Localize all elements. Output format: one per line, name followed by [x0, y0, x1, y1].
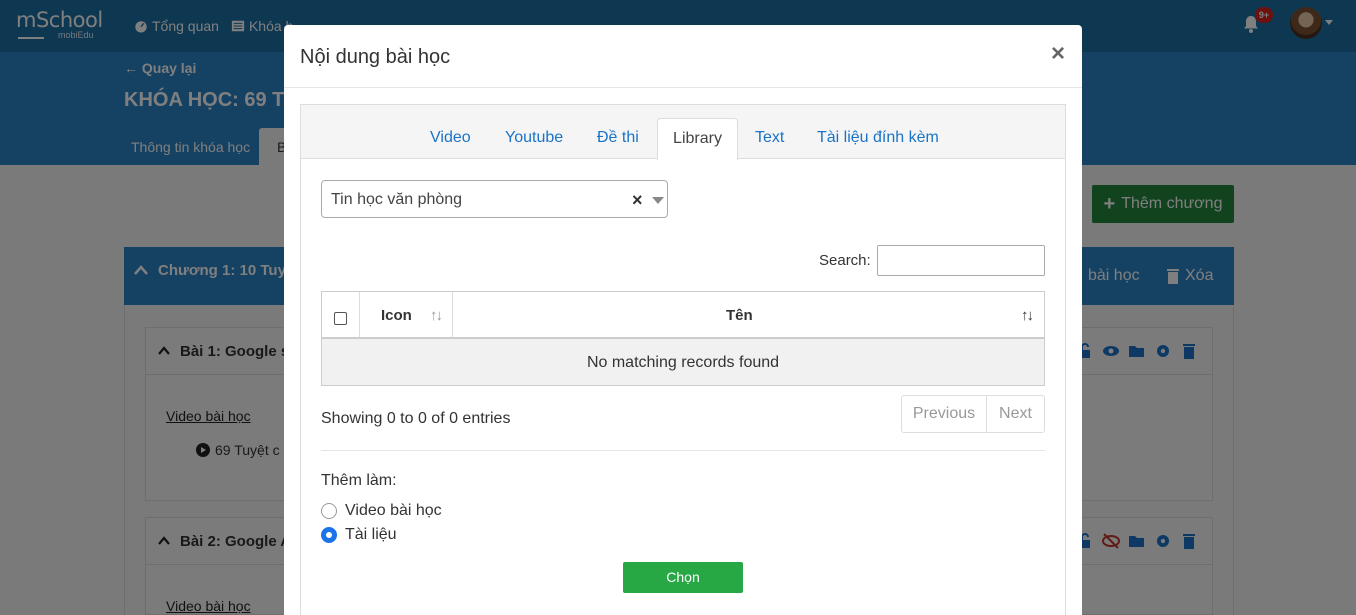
table-empty-row: No matching records found [322, 339, 1044, 385]
select-all-cell [322, 292, 360, 337]
previous-button[interactable]: Previous [902, 396, 987, 432]
content-tabs: Video Youtube Đề thi Library Text Tài li… [301, 105, 1065, 160]
modal-title: Nội dung bài học [300, 46, 451, 68]
search-input[interactable] [877, 245, 1045, 276]
radio-video-lesson[interactable] [321, 503, 337, 519]
column-name-label: Tên [726, 307, 753, 324]
tab-video[interactable]: Video [430, 129, 471, 147]
table-header: Icon ↑↓ Tên ↑↓ [322, 292, 1044, 339]
option-document[interactable]: Tài liệu [321, 526, 397, 544]
radio-document[interactable] [321, 527, 337, 543]
sort-icon: ↑↓ [430, 307, 443, 324]
choose-button[interactable]: Chọn [623, 562, 743, 593]
search-label: Search: [819, 252, 871, 269]
column-icon-header[interactable]: Icon ↑↓ [360, 292, 453, 337]
select-all-checkbox[interactable] [334, 312, 347, 325]
pagination: Previous Next [901, 395, 1045, 433]
table-info: Showing 0 to 0 of 0 entries [321, 410, 511, 427]
modal-header: Nội dung bài học × [284, 25, 1082, 88]
column-icon-label: Icon [381, 307, 412, 324]
next-button[interactable]: Next [987, 396, 1044, 432]
tab-library[interactable]: Library [657, 118, 738, 160]
category-select-value: Tin học văn phòng [331, 191, 463, 208]
chevron-down-icon[interactable] [652, 197, 664, 204]
add-as-label: Thêm làm: [321, 472, 397, 489]
tab-text[interactable]: Text [755, 129, 784, 147]
library-table: Icon ↑↓ Tên ↑↓ No matching records found [321, 291, 1045, 386]
empty-message: No matching records found [586, 354, 780, 371]
tab-exam[interactable]: Đề thi [597, 129, 639, 147]
sort-desc-icon: ↑↓ [1021, 307, 1034, 324]
category-select[interactable]: Tin học văn phòng × [321, 180, 668, 218]
option-document-label: Tài liệu [345, 526, 397, 543]
content-panel: Video Youtube Đề thi Library Text Tài li… [300, 104, 1066, 615]
lesson-content-modal: Nội dung bài học × Video Youtube Đề thi … [284, 25, 1082, 615]
option-video-lesson[interactable]: Video bài học [321, 502, 442, 520]
clear-icon[interactable]: × [632, 190, 643, 211]
column-name-header[interactable]: Tên ↑↓ [453, 292, 1044, 337]
close-icon[interactable]: × [1048, 42, 1068, 66]
divider [321, 450, 1045, 451]
tab-library-label: Library [673, 130, 722, 147]
tab-attachments[interactable]: Tài liệu đính kèm [817, 129, 939, 147]
tab-youtube[interactable]: Youtube [505, 129, 563, 147]
option-video-lesson-label: Video bài học [345, 502, 442, 519]
